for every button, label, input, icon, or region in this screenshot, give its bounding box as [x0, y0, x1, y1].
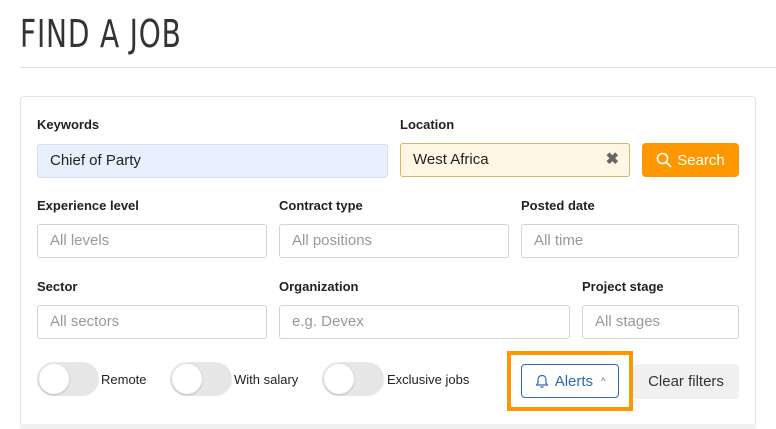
sector-label: Sector	[37, 279, 78, 294]
alerts-button[interactable]: Alerts ^	[521, 364, 619, 398]
location-value: West Africa	[413, 151, 489, 168]
remote-toggle-label: Remote	[101, 372, 147, 387]
keywords-label: Keywords	[37, 117, 100, 132]
search-button-label: Search	[677, 151, 725, 169]
experience-label: Experience level	[37, 198, 139, 213]
remote-toggle[interactable]	[37, 362, 99, 396]
bell-icon	[535, 374, 548, 388]
exclusive-jobs-toggle-label: Exclusive jobs	[387, 372, 470, 387]
location-label: Location	[400, 117, 455, 132]
sector-select[interactable]: All sectors	[37, 305, 267, 339]
contract-select[interactable]: All positions	[279, 224, 509, 258]
posted-label: Posted date	[521, 198, 595, 213]
clear-location-icon[interactable]: ✖	[606, 144, 619, 176]
keywords-input[interactable]: Chief of Party	[37, 144, 388, 178]
contract-label: Contract type	[279, 198, 363, 213]
exclusive-jobs-toggle[interactable]	[322, 362, 384, 396]
with-salary-toggle-label: With salary	[234, 372, 299, 387]
organization-input[interactable]: e.g. Devex	[279, 305, 570, 339]
toggle-knob	[324, 364, 354, 394]
toggle-knob	[39, 364, 69, 394]
panel-footer-strip	[20, 424, 756, 429]
project-stage-select[interactable]: All stages	[582, 305, 739, 339]
alerts-button-label: Alerts	[554, 372, 594, 390]
page-title: FIND A JOB	[20, 12, 182, 56]
title-divider	[20, 67, 776, 68]
toggle-knob	[172, 364, 202, 394]
posted-select[interactable]: All time	[521, 224, 739, 258]
search-button[interactable]: Search	[642, 143, 739, 177]
project-stage-label: Project stage	[582, 279, 664, 294]
organization-label: Organization	[279, 279, 359, 294]
chevron-up-icon: ^	[601, 376, 606, 386]
location-input[interactable]: West Africa ✖	[400, 143, 630, 177]
with-salary-toggle[interactable]	[170, 362, 232, 396]
search-icon	[656, 152, 672, 168]
experience-select[interactable]: All levels	[37, 224, 267, 258]
clear-filters-button[interactable]: Clear filters	[633, 364, 739, 399]
